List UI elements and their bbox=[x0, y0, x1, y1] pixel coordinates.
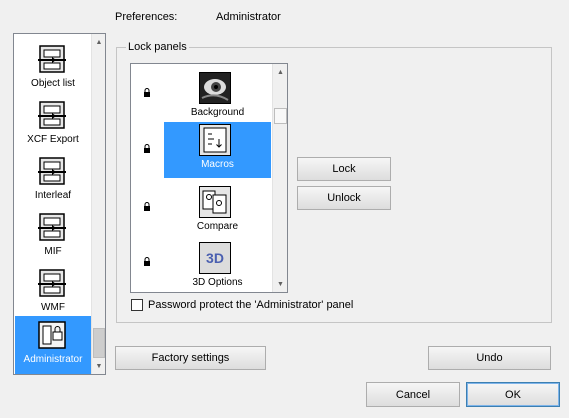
macros-icon bbox=[199, 124, 231, 156]
administrator-icon bbox=[38, 321, 66, 349]
scroll-thumb[interactable] bbox=[93, 328, 105, 358]
undo-button[interactable]: Undo bbox=[428, 346, 551, 370]
cancel-button[interactable]: Cancel bbox=[366, 382, 460, 407]
section-title: Administrator bbox=[216, 11, 281, 23]
sidebar-item-label: Interleaf bbox=[34, 190, 72, 201]
sidebar-scrollbar[interactable]: ▲ ▼ bbox=[91, 34, 105, 374]
sidebar-item-mif[interactable]: MIF bbox=[15, 208, 91, 264]
panel-item-macros[interactable]: Macros bbox=[164, 122, 271, 178]
sidebar-item-label: XCF Export bbox=[27, 134, 79, 145]
password-protect-checkbox[interactable] bbox=[131, 299, 143, 311]
compare-icon bbox=[199, 186, 231, 218]
panel-item-compare[interactable]: Compare bbox=[164, 184, 271, 240]
lock-icon bbox=[144, 144, 150, 153]
lock-icon bbox=[144, 88, 150, 97]
scroll-thumb[interactable] bbox=[274, 108, 287, 124]
sidebar-item-label: WMF bbox=[41, 302, 65, 313]
scroll-down-arrow-icon[interactable]: ▼ bbox=[92, 358, 105, 374]
lock-panels-title: Lock panels bbox=[126, 41, 189, 53]
sidebar-item-object-list[interactable]: Object list bbox=[15, 40, 91, 96]
panel-item-3d-options[interactable]: 3D 3D Options bbox=[164, 240, 271, 292]
object-list-icon bbox=[38, 45, 66, 73]
lock-button[interactable]: Lock bbox=[297, 157, 391, 181]
sidebar-item-xcf-export[interactable]: XCF Export bbox=[15, 96, 91, 152]
scroll-down-arrow-icon[interactable]: ▼ bbox=[273, 276, 287, 292]
password-protect-label: Password protect the 'Administrator' pan… bbox=[148, 299, 354, 311]
sidebar-item-interleaf[interactable]: Interleaf bbox=[15, 152, 91, 208]
3d-icon-text: 3D bbox=[206, 250, 224, 266]
scroll-up-arrow-icon[interactable]: ▲ bbox=[273, 64, 287, 80]
lock-panels-scrollbar[interactable]: ▲ ▼ bbox=[272, 64, 287, 292]
sidebar-item-wmf[interactable]: WMF bbox=[15, 264, 91, 320]
panel-item-label: Background bbox=[190, 107, 245, 118]
panel-item-label: 3D Options bbox=[192, 277, 243, 288]
sidebar-item-administrator[interactable]: Administrator bbox=[15, 316, 91, 374]
category-list[interactable]: Object list XCF Export Interleaf MIF WMF… bbox=[13, 33, 106, 375]
panel-item-label: Compare bbox=[196, 221, 239, 232]
unlock-button[interactable]: Unlock bbox=[297, 186, 391, 210]
preferences-label: Preferences: bbox=[115, 11, 178, 23]
wmf-icon bbox=[38, 269, 66, 297]
sidebar-item-label: Object list bbox=[31, 78, 75, 89]
xcf-export-icon bbox=[38, 101, 66, 129]
interleaf-icon bbox=[38, 157, 66, 185]
3d-options-icon: 3D bbox=[199, 242, 231, 274]
ok-button[interactable]: OK bbox=[466, 382, 560, 407]
factory-settings-button[interactable]: Factory settings bbox=[115, 346, 266, 370]
sidebar-item-label: Administrator bbox=[23, 354, 83, 365]
lock-icon bbox=[144, 202, 150, 211]
lock-icon bbox=[144, 257, 150, 266]
panel-item-background[interactable]: Background bbox=[164, 70, 271, 126]
mif-icon bbox=[38, 213, 66, 241]
panel-item-label: Macros bbox=[201, 159, 234, 170]
scroll-up-arrow-icon[interactable]: ▲ bbox=[92, 34, 105, 50]
lock-panels-list[interactable]: Background Macros Compare 3D 3D Options … bbox=[130, 63, 288, 293]
background-icon bbox=[199, 72, 231, 104]
sidebar-item-label: MIF bbox=[44, 246, 62, 257]
